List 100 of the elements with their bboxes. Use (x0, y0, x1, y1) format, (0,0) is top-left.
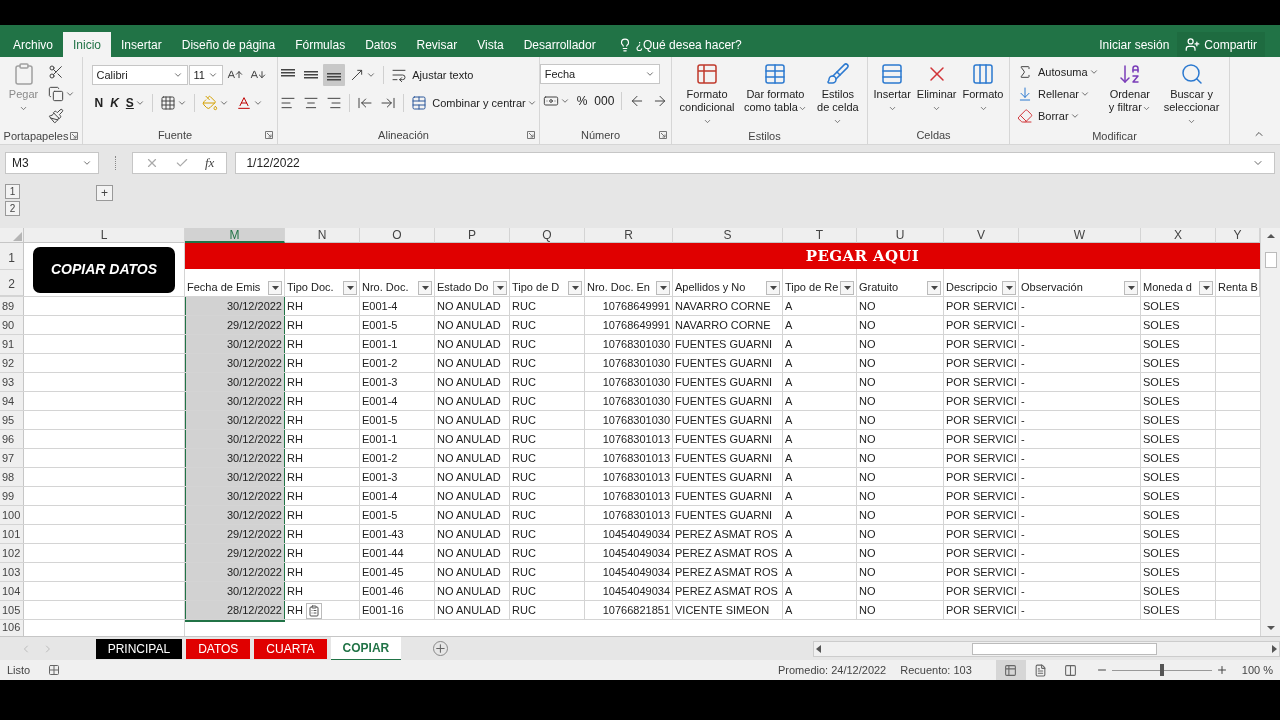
dialog-launcher-icon[interactable] (265, 131, 273, 139)
sign-in-link[interactable]: Iniciar sesión (1091, 32, 1178, 57)
filter-button[interactable] (927, 281, 941, 295)
column-header[interactable]: L (24, 228, 185, 243)
row-number[interactable]: 102 (0, 544, 24, 562)
outline-level-button[interactable]: 2 (5, 201, 20, 216)
row-number[interactable]: 94 (0, 392, 24, 410)
ribbon-button[interactable]: Estilos de celda (812, 61, 863, 127)
ribbon-button[interactable]: Eliminar (914, 61, 959, 114)
column-header[interactable]: T (783, 228, 857, 243)
outline-level-button[interactable]: 1 (5, 184, 20, 199)
scroll-left-icon[interactable] (815, 644, 822, 653)
format-button[interactable]: S (122, 92, 148, 114)
zoom-slider[interactable] (1111, 664, 1212, 676)
format-button[interactable]: % (573, 90, 591, 112)
column-header[interactable]: M (185, 228, 285, 243)
row-number[interactable]: 97 (0, 449, 24, 467)
ribbon-tab[interactable]: Inicio (63, 32, 112, 57)
column-header[interactable]: O (360, 228, 435, 243)
column-header[interactable]: P (435, 228, 510, 243)
row-number[interactable]: 96 (0, 430, 24, 448)
row-number[interactable]: 103 (0, 563, 24, 581)
ribbon-button[interactable]: Formato (960, 61, 1006, 114)
vertical-scrollbar[interactable] (1260, 228, 1280, 636)
ribbon-tab[interactable]: Datos (355, 32, 407, 57)
scroll-down-icon[interactable] (1265, 624, 1276, 632)
zoom-in-icon[interactable] (1215, 664, 1228, 676)
scroll-thumb[interactable] (971, 642, 1157, 655)
row-number[interactable]: 99 (0, 487, 24, 505)
column-header[interactable]: S (673, 228, 783, 243)
dropdown-field[interactable]: 11 (188, 65, 223, 85)
ribbon-tab[interactable]: Diseño de página (171, 32, 286, 57)
ribbon-button[interactable]: Borrar (1014, 105, 1083, 127)
row-number[interactable]: 2 (0, 269, 23, 296)
ribbon-button[interactable]: Combinar y centrar (408, 92, 540, 114)
filter-button[interactable] (766, 281, 780, 295)
row-number[interactable]: 101 (0, 525, 24, 543)
ribbon-button[interactable]: Ordenar y filtrar (1103, 61, 1157, 114)
format-button[interactable]: N (91, 92, 107, 114)
row-number[interactable]: 92 (0, 354, 24, 372)
paste-options-icon[interactable] (306, 603, 322, 619)
copy-data-button[interactable]: COPIAR DATOS (33, 246, 175, 293)
filter-button[interactable] (840, 281, 854, 295)
ribbon-button[interactable]: Ajustar texto (388, 64, 477, 86)
column-header[interactable]: Y (1216, 228, 1260, 243)
sheet-tab[interactable]: PRINCIPAL (95, 639, 183, 659)
dialog-launcher-icon[interactable] (659, 131, 667, 139)
format-button[interactable]: K (107, 92, 122, 114)
row-number[interactable]: 105 (0, 601, 24, 619)
name-box[interactable]: M3 (5, 151, 99, 174)
filter-button[interactable] (568, 281, 582, 295)
dropdown-field[interactable]: Fecha (539, 64, 660, 84)
row-number[interactable]: 89 (0, 297, 24, 315)
horizontal-scrollbar[interactable] (812, 640, 1280, 657)
insert-function-button[interactable]: fx (205, 152, 215, 173)
ribbon-button[interactable]: Dar formato como tabla (740, 61, 811, 114)
row-number[interactable]: 93 (0, 373, 24, 391)
row-number[interactable]: 98 (0, 468, 24, 486)
format-button[interactable]: 000 (591, 90, 618, 112)
ribbon-button[interactable]: Autosuma (1014, 61, 1102, 83)
dialog-launcher-icon[interactable] (527, 131, 535, 139)
scroll-up-icon[interactable] (1265, 232, 1276, 240)
column-header[interactable]: U (857, 228, 944, 243)
zoom-thumb[interactable] (1159, 664, 1164, 676)
ribbon-button[interactable]: Buscar y seleccionar (1158, 61, 1225, 127)
filter-button[interactable] (1199, 281, 1213, 295)
dialog-launcher-icon[interactable] (70, 132, 78, 140)
dropdown-field[interactable]: Calibri (91, 65, 188, 85)
scroll-thumb[interactable] (1264, 252, 1277, 268)
filter-button[interactable] (343, 281, 357, 295)
ribbon-tab[interactable]: Insertar (111, 32, 172, 57)
filter-button[interactable] (1124, 281, 1138, 295)
filter-button[interactable] (1002, 281, 1016, 295)
sheet-tab[interactable]: COPIAR (330, 637, 402, 661)
view-button[interactable] (995, 660, 1026, 680)
row-number[interactable]: 104 (0, 582, 24, 600)
ribbon-button[interactable] (323, 64, 346, 86)
filter-button[interactable] (418, 281, 432, 295)
column-header[interactable]: V (944, 228, 1019, 243)
column-header[interactable]: W (1019, 228, 1141, 243)
column-header[interactable]: R (585, 228, 673, 243)
tell-me-field[interactable]: ¿Qué desea hacer? (635, 35, 796, 54)
ribbon-button[interactable]: Rellenar (1014, 83, 1093, 105)
ribbon-tab[interactable]: Archivo (3, 32, 63, 57)
formula-field[interactable]: 1/12/2022 (235, 151, 1275, 174)
sheet-tab[interactable]: CUARTA (254, 639, 327, 659)
row-number[interactable]: 90 (0, 316, 24, 334)
filter-button[interactable] (493, 281, 507, 295)
expand-button[interactable]: + (96, 185, 113, 201)
filter-button[interactable] (268, 281, 282, 295)
row-number[interactable]: 106 (0, 620, 24, 636)
column-header[interactable]: N (285, 228, 360, 243)
column-header[interactable]: Q (510, 228, 585, 243)
row-number[interactable]: 91 (0, 335, 24, 353)
filter-button[interactable] (656, 281, 670, 295)
row-number[interactable]: 1 (0, 243, 23, 270)
ribbon-button[interactable]: Formato condicional (676, 61, 739, 127)
ribbon-button[interactable]: Insertar (871, 61, 913, 114)
ribbon-tab[interactable]: Revisar (406, 32, 468, 57)
column-header[interactable]: X (1141, 228, 1216, 243)
